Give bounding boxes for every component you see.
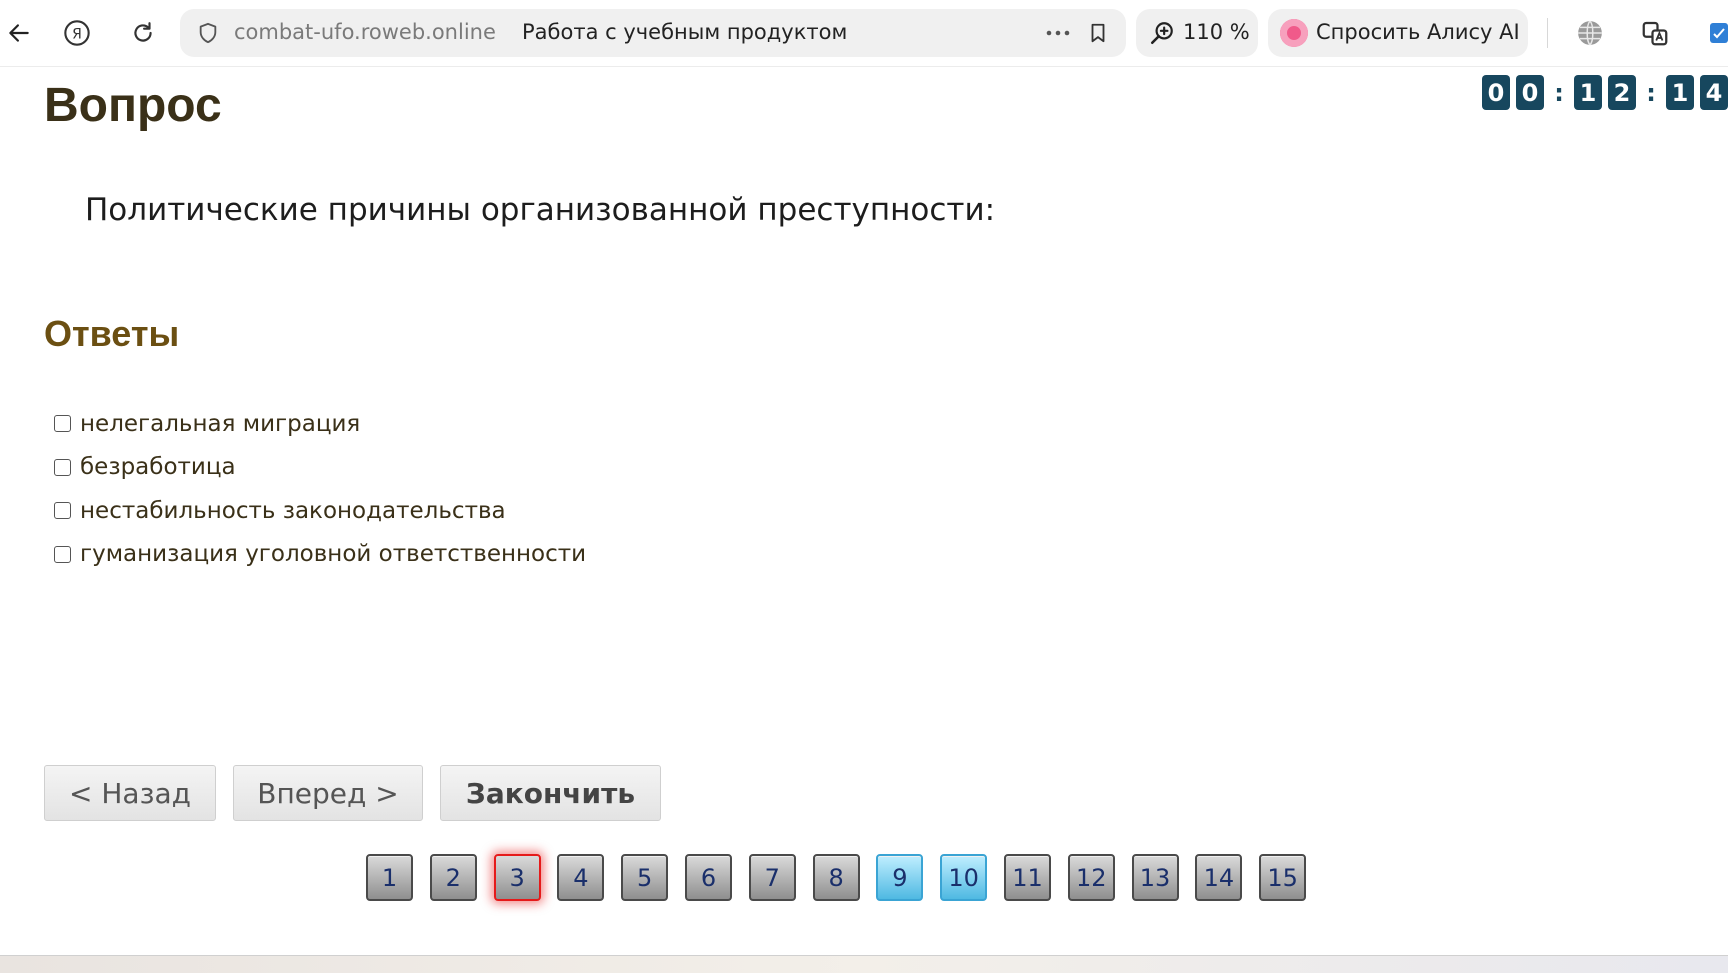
page-button-15[interactable]: 15 (1259, 854, 1307, 901)
page-button-9[interactable]: 9 (876, 854, 924, 901)
toolbar-divider (1547, 18, 1548, 48)
alice-icon (1280, 19, 1308, 47)
timer-separator: : (1554, 78, 1564, 107)
zoom-level: 110 % (1183, 20, 1250, 44)
page-button-1[interactable]: 1 (366, 854, 413, 901)
back-button[interactable]: < Назад (44, 765, 216, 821)
timer-separator: : (1646, 78, 1656, 107)
page-button-2[interactable]: 2 (429, 854, 477, 901)
page-button-14[interactable]: 14 (1195, 854, 1243, 901)
bookmark-icon[interactable] (1084, 19, 1112, 47)
page-button-8[interactable]: 8 (812, 854, 860, 901)
timer-digit: 4 (1700, 75, 1728, 110)
globe-icon[interactable] (1571, 14, 1609, 52)
answers-heading: Ответы (44, 313, 180, 354)
page-button-7[interactable]: 7 (748, 854, 796, 901)
page-button-3[interactable]: 3 (493, 854, 541, 901)
answer-checkbox[interactable] (54, 545, 71, 563)
page-button-10[interactable]: 10 (940, 854, 988, 901)
tab-page-title: Работа с учебным продуктом (522, 20, 848, 44)
countdown-timer: 00:12:14 (1482, 75, 1728, 110)
answer-option[interactable]: гуманизация уголовной ответственности (54, 533, 586, 577)
translate-icon[interactable] (1636, 14, 1674, 52)
alice-ai-button[interactable]: Спросить Алису AI (1268, 9, 1528, 57)
finish-button[interactable]: Закончить (440, 765, 661, 821)
answer-label[interactable]: нелегальная миграция (80, 411, 360, 437)
question-text: Политические причины организованной прес… (85, 192, 996, 228)
answer-label[interactable]: гуманизация уголовной ответственности (80, 541, 586, 567)
question-pagination: 1 2 3 4 5 6 7 8 9 10 11 12 13 14 15 (366, 854, 1307, 901)
svg-text:Я: Я (72, 26, 82, 42)
page-button-12[interactable]: 12 (1067, 854, 1115, 901)
back-arrow-icon[interactable] (0, 14, 38, 52)
timer-digit: 1 (1666, 75, 1694, 110)
answer-option[interactable]: безработица (54, 446, 586, 490)
answer-checkbox[interactable] (54, 415, 71, 433)
shield-icon[interactable] (194, 19, 222, 47)
zoom-icon (1148, 19, 1176, 47)
extension-icon[interactable] (1704, 14, 1728, 52)
timer-digit: 0 (1516, 75, 1544, 110)
address-bar[interactable]: combat-ufo.roweb.online Работа с учебным… (180, 9, 1126, 57)
page-button-13[interactable]: 13 (1131, 854, 1179, 901)
answer-label[interactable]: нестабильность законодательства (80, 498, 506, 524)
timer-digit: 1 (1574, 75, 1602, 110)
answer-checkbox[interactable] (54, 502, 71, 520)
timer-digit: 0 (1482, 75, 1510, 110)
reload-icon[interactable] (124, 14, 162, 52)
page-button-5[interactable]: 5 (621, 854, 669, 901)
answer-label[interactable]: безработица (80, 454, 236, 480)
page-button-4[interactable]: 4 (557, 854, 605, 901)
alice-label: Спросить Алису AI (1316, 20, 1520, 44)
zoom-indicator[interactable]: 110 % (1136, 9, 1258, 57)
answers-list: нелегальная миграция безработица нестаби… (54, 402, 586, 576)
page-button-11[interactable]: 11 (1003, 854, 1051, 901)
answer-checkbox[interactable] (54, 458, 71, 476)
taskbar-strip (0, 955, 1728, 973)
yandex-logo-icon[interactable]: Я (58, 14, 96, 52)
page-button-6[interactable]: 6 (684, 854, 732, 901)
answer-option[interactable]: нестабильность законодательства (54, 489, 586, 533)
forward-button[interactable]: Вперед > (233, 765, 423, 821)
browser-toolbar: Я combat-ufo.roweb.online Работа с учебн… (0, 0, 1728, 67)
url-domain[interactable]: combat-ufo.roweb.online (234, 20, 496, 44)
more-dots-icon[interactable] (1044, 19, 1072, 47)
answer-option[interactable]: нелегальная миграция (54, 402, 586, 446)
timer-digit: 2 (1608, 75, 1636, 110)
question-heading: Вопрос (44, 79, 222, 132)
